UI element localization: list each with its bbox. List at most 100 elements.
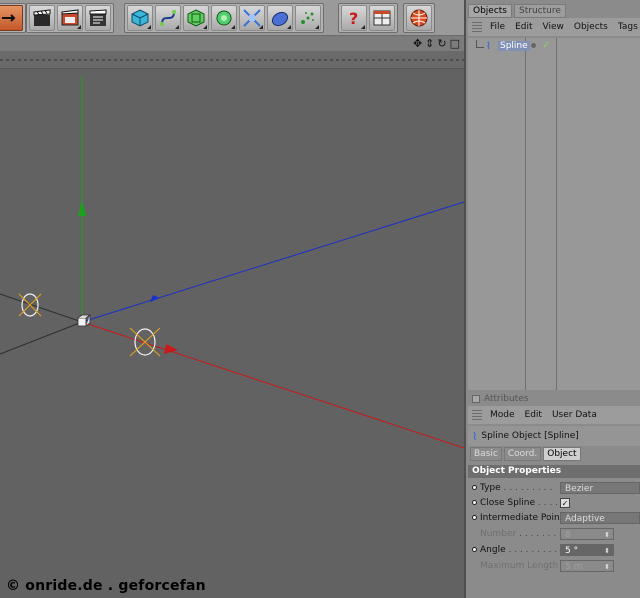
menu-edit[interactable]: Edit (515, 22, 532, 32)
maximum-length-input[interactable]: 5 m ⬍ (560, 560, 614, 572)
spline-icon: ⌇ (486, 41, 491, 52)
object-origin-cube[interactable] (77, 314, 92, 327)
viewport-nav-icons: ✥ ⇕ ↻ □ (413, 37, 460, 50)
close-spline-checkbox[interactable]: ✓ (560, 498, 570, 508)
maximize-view-icon[interactable]: □ (450, 37, 460, 50)
zoom-view-icon[interactable]: ⇕ (425, 37, 434, 50)
submenu-arrow-icon (287, 25, 291, 29)
rotate-view-icon[interactable]: ↻ (437, 37, 446, 50)
attributes-title: Attributes (484, 394, 529, 404)
number-input[interactable]: 8 ⬍ (560, 528, 614, 540)
toolbar-group-objects (124, 3, 324, 33)
environment-button[interactable] (267, 5, 293, 31)
toolbar-group-web (403, 3, 435, 33)
animation-bullet-icon[interactable] (472, 485, 477, 490)
toolbar-group-help: ? (338, 3, 398, 33)
type-value: Bezier (565, 484, 594, 494)
watermark: © onride.de . geforcefan (6, 578, 206, 594)
object-title: Spline Object [Spline] (481, 431, 579, 441)
tab-object[interactable]: Object (543, 447, 581, 461)
3d-viewport[interactable]: ✥ ⇕ ↻ □ © onride.de . geforcefan (0, 36, 464, 598)
z-axis-arrowhead[interactable] (150, 295, 160, 302)
submenu-arrow-icon (175, 25, 179, 29)
z-axis-line (81, 201, 464, 323)
toolbar-group-render (26, 3, 114, 33)
stepper-arrows-icon[interactable]: ⬍ (604, 545, 610, 557)
svg-text:?: ? (349, 9, 358, 28)
angle-input[interactable]: 5 ° ⬍ (560, 544, 614, 556)
array-modeling-button[interactable] (211, 5, 237, 31)
stepper-arrows-icon[interactable]: ⬍ (604, 529, 610, 541)
panel-grip-icon[interactable] (472, 22, 482, 32)
section-title: Object Properties (468, 465, 640, 478)
object-name[interactable]: Spline (498, 41, 530, 51)
panel-grip-icon[interactable] (472, 410, 482, 420)
toolbar-group-tools (0, 3, 26, 33)
property-maximum-length: Maximum Length 5 m ⬍ (468, 559, 640, 574)
attributes-toggle-box[interactable] (472, 395, 480, 403)
stepper-arrows-icon[interactable]: ⬍ (604, 561, 610, 573)
submenu-arrow-icon (231, 25, 235, 29)
render-settings-icon (89, 9, 107, 26)
menu-file[interactable]: File (490, 22, 505, 32)
property-label: Maximum Length (480, 561, 559, 571)
render-view-button[interactable] (29, 5, 55, 31)
property-label: Angle (480, 545, 506, 555)
tab-basic[interactable]: Basic (470, 447, 502, 461)
object-row-spline[interactable]: ⌇ Spline ✓ (468, 40, 640, 54)
type-dropdown[interactable]: Bezier (560, 482, 640, 494)
spline-tools-button[interactable] (155, 5, 181, 31)
move-tool-icon (2, 14, 16, 22)
right-panel: Objects Structure File Edit View Objects… (464, 0, 640, 598)
cube-primitive-button[interactable] (127, 5, 153, 31)
maximum-length-value: 5 m (565, 562, 583, 572)
x-axis-line (81, 321, 464, 449)
animation-bullet-icon[interactable] (472, 515, 477, 520)
submenu-arrow-icon (361, 25, 365, 29)
menu-edit[interactable]: Edit (525, 410, 542, 420)
viewport-title-bar (0, 51, 464, 69)
animation-bullet-icon[interactable] (472, 547, 477, 552)
attributes-menu-bar: Mode Edit User Data (468, 406, 640, 424)
submenu-arrow-icon (315, 25, 319, 29)
tab-objects[interactable]: Objects (468, 4, 513, 18)
y-axis-arrowhead[interactable] (78, 200, 86, 216)
deformers-button[interactable] (239, 5, 265, 31)
animation-bullet-icon[interactable] (472, 500, 477, 505)
help-button[interactable]: ? (341, 5, 367, 31)
menu-mode[interactable]: Mode (490, 410, 515, 420)
move-view-icon[interactable]: ✥ (413, 37, 422, 50)
spline-icon: ⌇ (472, 429, 478, 443)
tab-coord[interactable]: Coord. (503, 447, 542, 461)
move-tool-button[interactable] (0, 5, 23, 31)
web-browser-button[interactable] (406, 5, 432, 31)
property-label: Type (480, 483, 501, 493)
enabled-check-icon[interactable]: ✓ (542, 40, 550, 51)
rotation-handle-left[interactable] (18, 293, 42, 317)
menu-objects[interactable]: Objects (574, 22, 608, 32)
angle-value: 5 ° (565, 546, 579, 556)
render-settings-button[interactable] (85, 5, 111, 31)
tree-connector (476, 40, 484, 48)
menu-tags[interactable]: Tags (618, 22, 638, 32)
viewport-scene[interactable] (0, 36, 464, 598)
render-picture-viewer-button[interactable] (57, 5, 83, 31)
submenu-arrow-icon (147, 25, 151, 29)
window-layout-button[interactable] (369, 5, 395, 31)
menu-view[interactable]: View (543, 22, 564, 32)
nurbs-generator-button[interactable] (183, 5, 209, 31)
attributes-header: Attributes (468, 393, 640, 405)
menu-user-data[interactable]: User Data (552, 410, 597, 420)
object-manager-list[interactable]: ⌇ Spline ✓ (468, 38, 640, 390)
tab-structure[interactable]: Structure (514, 4, 566, 18)
property-angle: Angle . . . . . . . . . 5 ° ⬍ (468, 543, 640, 558)
particles-button[interactable] (295, 5, 321, 31)
globe-icon (410, 9, 428, 27)
objects-menu-bar: File Edit View Objects Tags (468, 18, 640, 36)
number-value: 8 (565, 530, 571, 540)
window-layout-icon (373, 10, 391, 26)
viewport-header: ✥ ⇕ ↻ □ (0, 36, 464, 51)
intermediate-points-dropdown[interactable]: Adaptive (560, 512, 640, 524)
visibility-dot-icon[interactable] (531, 43, 536, 48)
rotation-handle-right[interactable] (129, 327, 161, 357)
